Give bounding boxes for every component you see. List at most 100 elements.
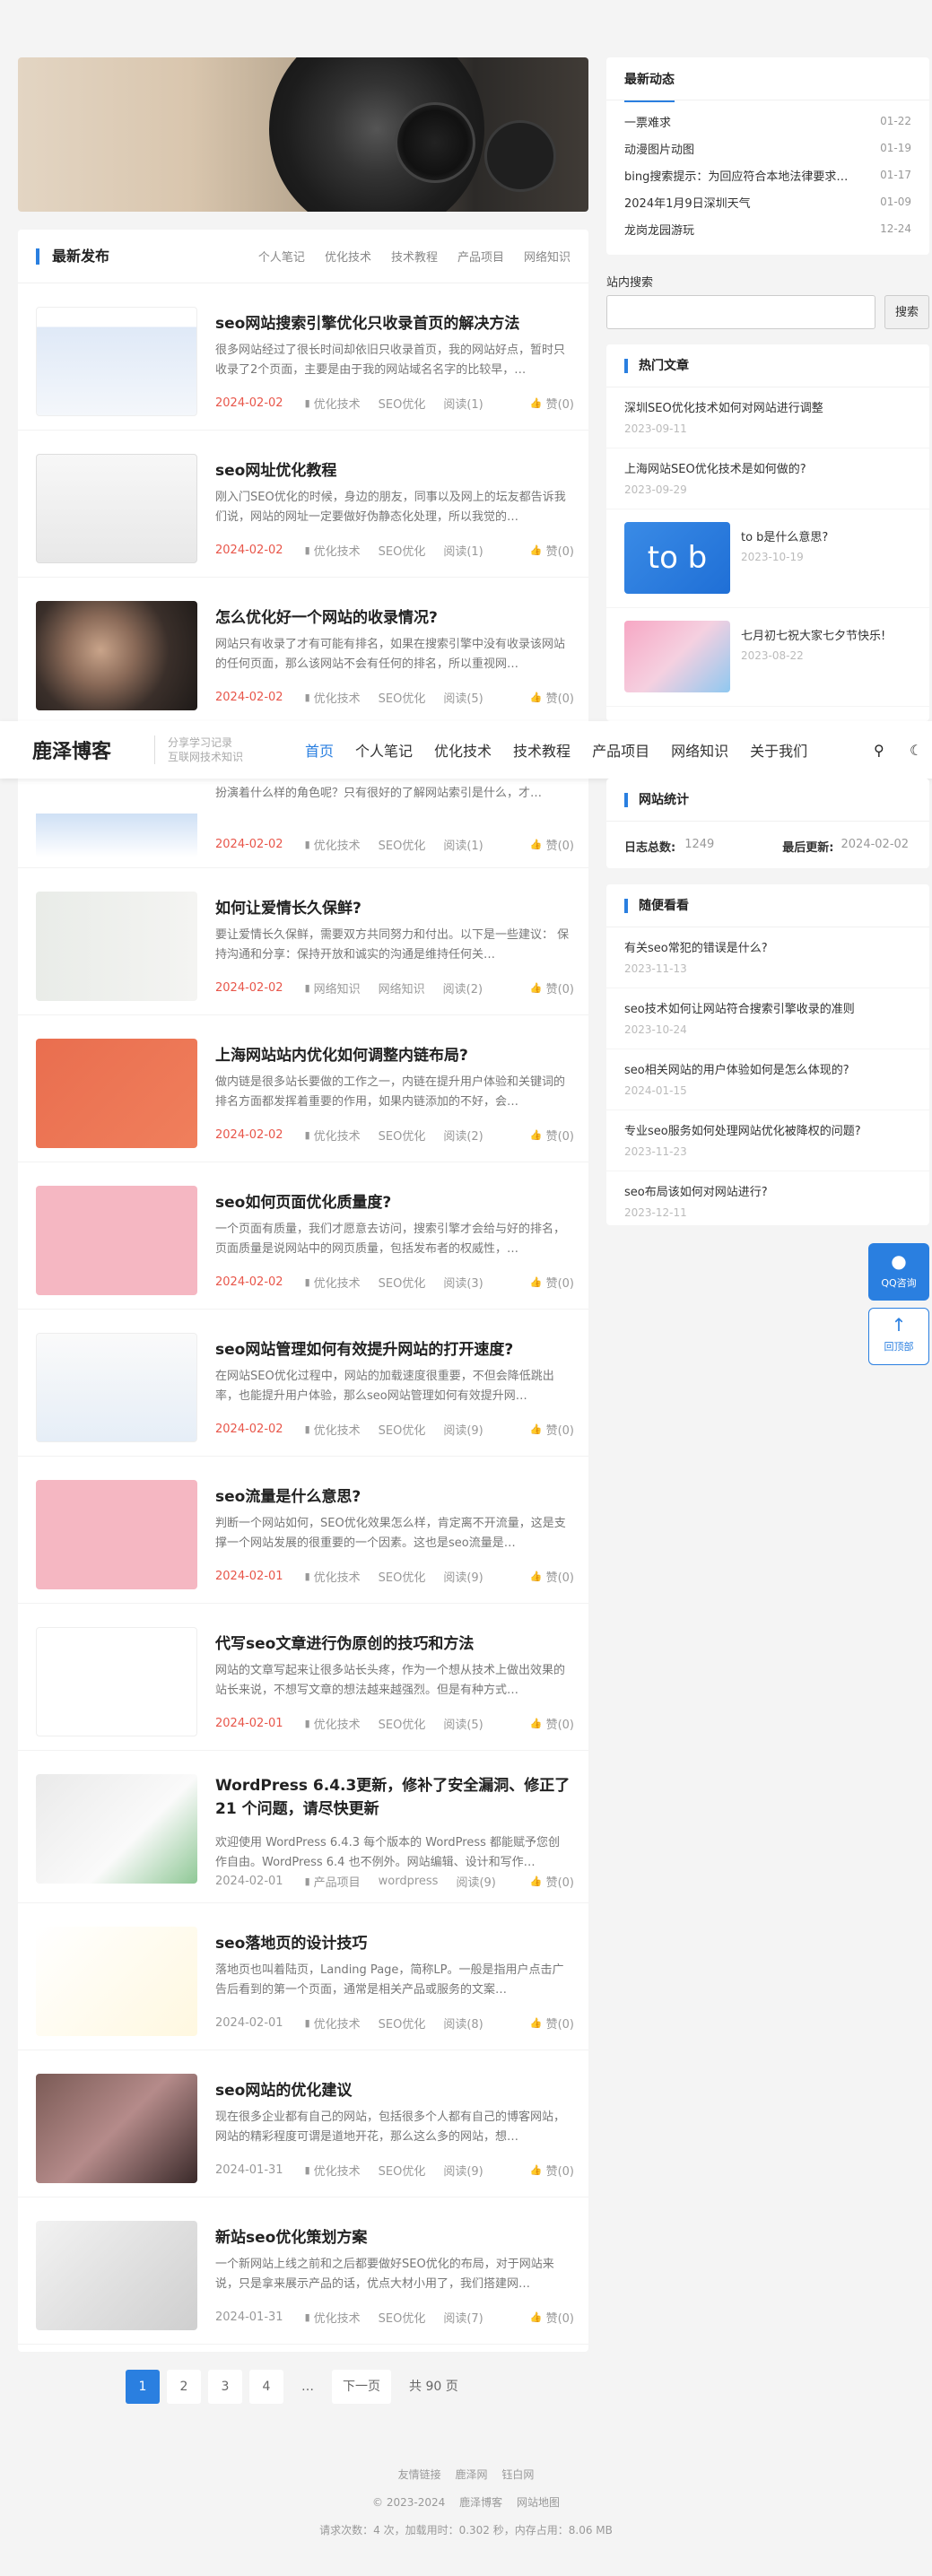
post-tag[interactable]: SEO优化 — [379, 689, 426, 706]
hot-article[interactable]: 深圳SEO优化技术如何对网站进行调整 2023-09-11 — [606, 387, 929, 448]
search-input[interactable] — [606, 295, 875, 329]
nav-network[interactable]: 网络知识 — [671, 739, 728, 761]
post-item[interactable]: WordPress 6.4.3更新，修补了安全漏洞、修正了 21 个问题，请尽快… — [18, 1751, 588, 1903]
post-title[interactable]: 如何让爱情长久保鲜? — [215, 895, 574, 918]
post-tag[interactable]: 网络知识 — [379, 979, 425, 996]
post-category[interactable]: ▮ 网络知识 — [305, 979, 361, 996]
post-category[interactable]: ▮ 优化技术 — [305, 395, 361, 412]
post-tag[interactable]: SEO优化 — [379, 1127, 426, 1144]
post-title[interactable]: WordPress 6.4.3更新，修补了安全漏洞、修正了 21 个问题，请尽快… — [215, 1774, 574, 1821]
post-tag[interactable]: SEO优化 — [379, 1568, 426, 1585]
post-item[interactable]: 上海网站站内优化如何调整内链布局? 做内链是很多站长要做的工作之一，内链在提升用… — [18, 1015, 588, 1162]
post-title[interactable]: seo流量是什么意思? — [215, 1484, 574, 1506]
post-title[interactable]: seo网址优化教程 — [215, 457, 574, 480]
post-category[interactable]: ▮ 优化技术 — [305, 2015, 361, 2032]
post-tag[interactable]: SEO优化 — [379, 1715, 426, 1732]
post-tag[interactable]: SEO优化 — [379, 2162, 426, 2179]
post-thumbnail[interactable] — [36, 1333, 197, 1442]
news-item[interactable]: 2024年1月9日深圳天气 01-09 — [606, 188, 929, 215]
post-category[interactable]: ▮ 优化技术 — [305, 2162, 361, 2179]
next-page-button[interactable]: 下一页 — [332, 2370, 391, 2404]
post-title[interactable]: seo网站搜索引擎优化只收录首页的解决方法 — [215, 310, 574, 333]
post-thumbnail[interactable] — [36, 2074, 197, 2183]
like-button[interactable]: 👍 赞(0) — [530, 979, 574, 996]
back-to-top-button[interactable]: ↑ 回顶部 — [868, 1308, 929, 1365]
post-tag[interactable]: SEO优化 — [379, 395, 426, 412]
post-tag[interactable]: SEO优化 — [379, 836, 426, 853]
post-title[interactable]: seo网站管理如何有效提升网站的打开速度? — [215, 1336, 574, 1359]
post-item[interactable]: 如何让爱情长久保鲜? 要让爱情长久保鲜，需要双方共同努力和付出。以下是一些建议：… — [18, 868, 588, 1015]
friend-link[interactable]: 鹿泽网 — [455, 2468, 487, 2481]
post-title[interactable]: seo落地页的设计技巧 — [215, 1930, 574, 1953]
post-thumbnail[interactable] — [36, 601, 197, 710]
post-thumbnail[interactable] — [36, 892, 197, 1001]
search-icon[interactable]: ⚲ — [874, 742, 884, 759]
page-2[interactable]: 2 — [167, 2370, 201, 2404]
post-thumbnail[interactable] — [36, 1927, 197, 2036]
post-thumbnail[interactable] — [36, 307, 197, 416]
post-item[interactable]: seo网站的优化建议 现在很多企业都有自己的网站，包括很多个人都有自己的博客网站… — [18, 2050, 588, 2197]
nav-seo[interactable]: 优化技术 — [434, 739, 492, 761]
page-3[interactable]: 3 — [208, 2370, 242, 2404]
random-article[interactable]: seo相关网站的用户体验如何是怎么体现的? 2024-01-15 — [606, 1049, 929, 1110]
post-category[interactable]: ▮ 优化技术 — [305, 1127, 361, 1144]
nav-projects[interactable]: 产品项目 — [592, 739, 649, 761]
tab-projects[interactable]: 产品项目 — [457, 248, 504, 265]
post-category[interactable]: ▮ 优化技术 — [305, 542, 361, 559]
nav-about[interactable]: 关于我们 — [750, 739, 807, 761]
post-item[interactable]: seo网站管理如何有效提升网站的打开速度? 在网站SEO优化过程中，网站的加载速… — [18, 1310, 588, 1457]
post-tag[interactable]: SEO优化 — [379, 2309, 426, 2326]
moon-icon[interactable]: ☾ — [910, 742, 922, 759]
nav-tutorials[interactable]: 技术教程 — [513, 739, 571, 761]
post-item[interactable]: 怎么优化好一个网站的收录情况? 网站只有收录了才有可能有排名，如果在搜索引擎中没… — [18, 578, 588, 725]
like-button[interactable]: 👍 赞(0) — [530, 1873, 574, 1890]
like-button[interactable]: 👍 赞(0) — [530, 2309, 574, 2326]
post-thumbnail[interactable] — [36, 1480, 197, 1589]
hot-article[interactable]: 七月初七祝大家七夕节快乐! 2023-08-22 — [606, 608, 929, 707]
post-item[interactable]: 代写seo文章进行伪原创的技巧和方法 网站的文章写起来让很多站长头疼，作为一个想… — [18, 1604, 588, 1751]
page-1[interactable]: 1 — [126, 2370, 160, 2404]
post-category[interactable]: ▮ 优化技术 — [305, 1715, 361, 1732]
post-thumbnail[interactable] — [36, 1774, 197, 1884]
random-article[interactable]: 专业seo服务如何处理网站优化被降权的问题? 2023-11-23 — [606, 1110, 929, 1171]
news-item[interactable]: 一票难求 01-22 — [606, 108, 929, 135]
page-4[interactable]: 4 — [249, 2370, 283, 2404]
post-item[interactable]: seo流量是什么意思? 判断一个网站如何，SEO优化效果怎么样，肯定离不开流量，… — [18, 1457, 588, 1604]
nav-personal-notes[interactable]: 个人笔记 — [355, 739, 413, 761]
tab-personal-notes[interactable]: 个人笔记 — [258, 248, 305, 265]
post-category[interactable]: ▮ 优化技术 — [305, 1421, 361, 1438]
post-category[interactable]: ▮ 优化技术 — [305, 689, 361, 706]
post-item[interactable]: seo网址优化教程 刚入门SEO优化的时候，身边的朋友，同事以及网上的坛友都告诉… — [18, 431, 588, 578]
random-article[interactable]: seo布局该如何对网站进行? 2023-12-11 — [606, 1171, 929, 1232]
like-button[interactable]: 👍 赞(0) — [530, 1715, 574, 1732]
post-tag[interactable]: SEO优化 — [379, 1274, 426, 1291]
like-button[interactable]: 👍 赞(0) — [530, 542, 574, 559]
news-item[interactable]: 龙岗龙园游玩 12-24 — [606, 215, 929, 242]
like-button[interactable]: 👍 赞(0) — [530, 836, 574, 853]
news-item[interactable]: 动漫图片动图 01-19 — [606, 135, 929, 161]
search-button[interactable]: 搜索 — [884, 295, 929, 329]
post-tag[interactable]: wordpress — [379, 1875, 439, 1888]
post-title[interactable]: 上海网站站内优化如何调整内链布局? — [215, 1042, 574, 1065]
post-item[interactable]: seo如何页面优化质量度? 一个页面有质量，我们才愿意去访问，搜索引擎才会给与好… — [18, 1162, 588, 1310]
tab-tutorials[interactable]: 技术教程 — [391, 248, 438, 265]
post-thumbnail[interactable] — [36, 1039, 197, 1148]
like-button[interactable]: 👍 赞(0) — [530, 1127, 574, 1144]
sitemap-link[interactable]: 网站地图 — [517, 2496, 560, 2509]
post-thumbnail[interactable] — [36, 1186, 197, 1295]
site-logo[interactable]: 鹿泽博客 — [32, 735, 111, 764]
post-title[interactable]: 代写seo文章进行伪原创的技巧和方法 — [215, 1631, 574, 1653]
friend-link[interactable]: 钰白网 — [501, 2468, 534, 2481]
post-tag[interactable]: SEO优化 — [379, 542, 426, 559]
post-thumbnail[interactable] — [36, 2221, 197, 2330]
post-title[interactable]: 新站seo优化策划方案 — [215, 2224, 574, 2247]
random-article[interactable]: seo技术如何让网站符合搜索引擎收录的准则 2023-10-24 — [606, 988, 929, 1049]
like-button[interactable]: 👍 赞(0) — [530, 2162, 574, 2179]
post-thumbnail[interactable] — [36, 1627, 197, 1736]
qq-consult-button[interactable]: ● QQ咨询 — [868, 1243, 929, 1301]
like-button[interactable]: 👍 赞(0) — [530, 1421, 574, 1438]
post-item[interactable]: seo落地页的设计技巧 落地页也叫着陆页，Landing Page，简称LP。一… — [18, 1903, 588, 2050]
post-category[interactable]: ▮ 优化技术 — [305, 836, 361, 853]
post-category[interactable]: ▮ 优化技术 — [305, 2309, 361, 2326]
post-tag[interactable]: SEO优化 — [379, 1421, 426, 1438]
